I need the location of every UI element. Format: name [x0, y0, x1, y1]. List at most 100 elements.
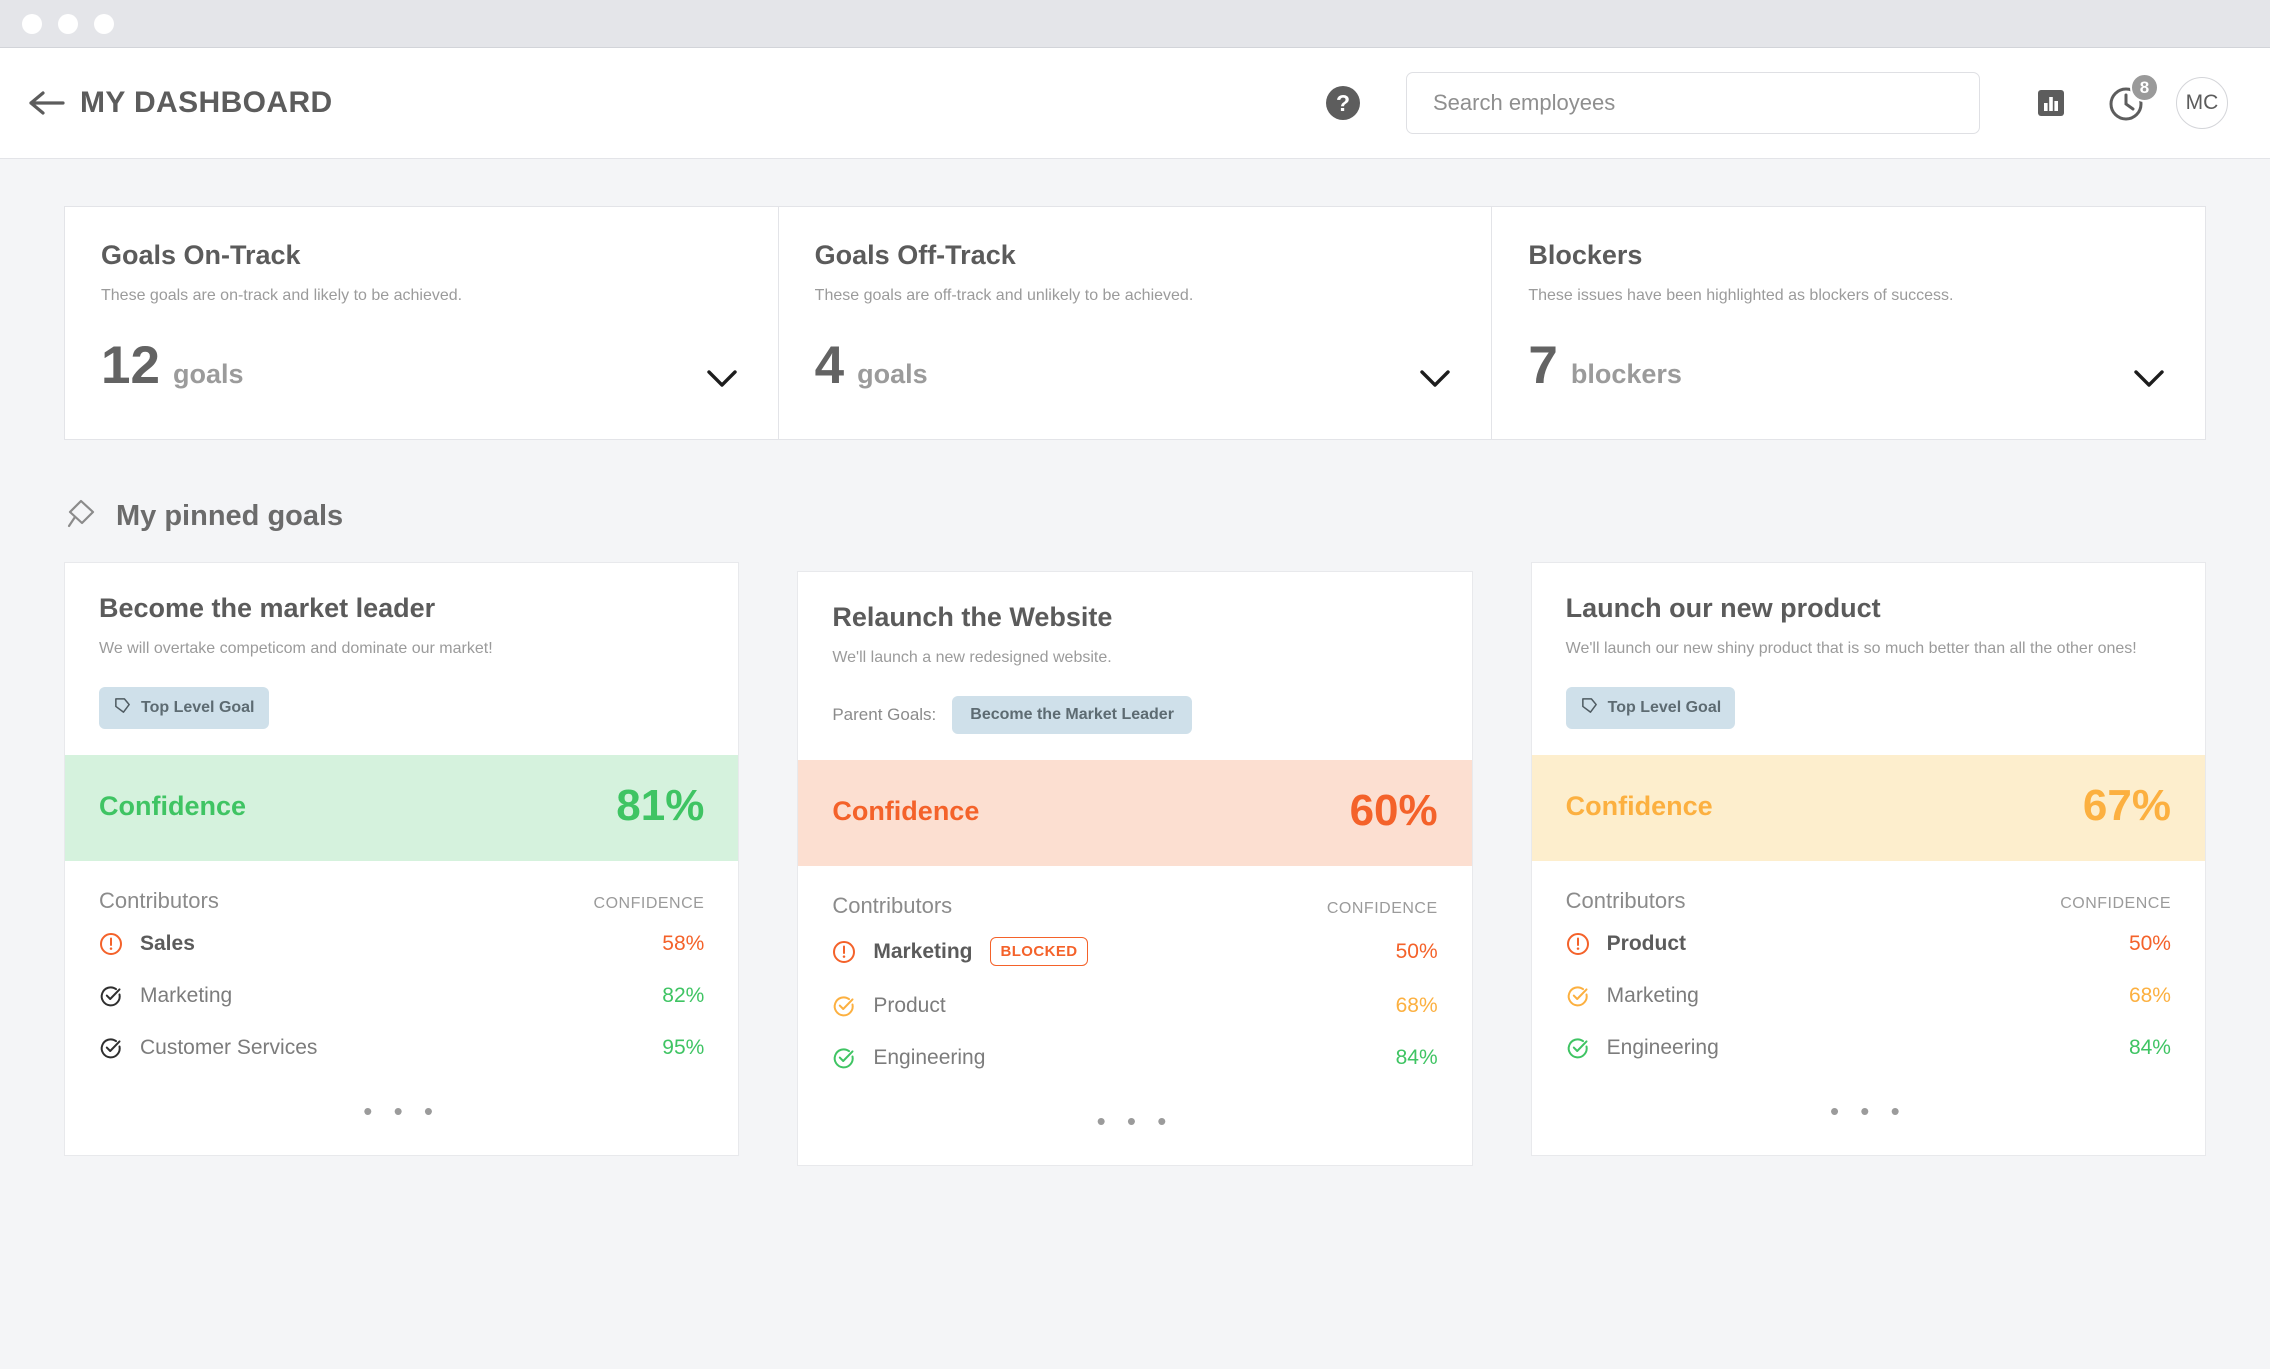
stat-value: 7: [1528, 336, 1558, 395]
contributor-name: Marketing: [873, 939, 973, 963]
contributor-row[interactable]: Customer Services 95%: [65, 1022, 738, 1074]
contributor-name: Engineering: [1606, 1036, 1719, 1060]
goal-description: We'll launch our new shiny product that …: [1565, 640, 2137, 657]
confidence-value: 60%: [1349, 786, 1438, 836]
contributor-confidence: 68%: [1395, 994, 1438, 1018]
confidence-label: Confidence: [99, 790, 247, 821]
goal-header: Launch our new product We'll launch our …: [1532, 563, 2205, 755]
contributor-row[interactable]: Marketing 68%: [1532, 970, 2205, 1022]
goal-card[interactable]: Become the market leader We will overtak…: [64, 562, 740, 1157]
pin-icon: [64, 497, 98, 536]
contributors-label: Contributors: [1565, 888, 1686, 914]
notification-badge: 8: [2130, 73, 2159, 102]
contributor-confidence: 68%: [2128, 984, 2171, 1008]
contributors-label: Contributors: [832, 893, 953, 919]
confidence-value: 81%: [616, 781, 705, 831]
contributor-confidence: 82%: [662, 984, 705, 1008]
window-minimize-dot[interactable]: [58, 13, 78, 34]
contributor-name: Product: [1606, 932, 1686, 956]
stat-card-goals-on-track[interactable]: Goals On-Track These goals are on-track …: [65, 207, 778, 439]
stat-unit: goals: [857, 359, 928, 389]
contributor-row[interactable]: Marketing BLOCKED 50%: [798, 923, 1471, 980]
stat-unit: blockers: [1570, 359, 1682, 389]
goal-description: We will overtake competicom and dominate…: [99, 640, 493, 657]
contributor-name: Product: [873, 994, 946, 1018]
stat-unit: goals: [172, 359, 244, 389]
confidence-label: Confidence: [1565, 790, 1713, 821]
show-more-button[interactable]: • • •: [798, 1084, 1471, 1165]
confidence-band: Confidence 60%: [798, 760, 1472, 867]
confidence-value: 67%: [2082, 781, 2171, 831]
contributor-row[interactable]: Product 50%: [1532, 918, 2205, 970]
tag-label: Top Level Goal: [1607, 699, 1722, 717]
section-title: My pinned goals: [116, 500, 344, 532]
confidence-column-label: CONFIDENCE: [1326, 900, 1438, 918]
goal-card[interactable]: Relaunch the Website We'll launch a new …: [797, 571, 1473, 1167]
help-icon[interactable]: ?: [1326, 86, 1360, 120]
show-more-button[interactable]: • • •: [1532, 1074, 2205, 1155]
contributor-name: Sales: [140, 932, 195, 956]
contributor-name: Customer Services: [140, 1036, 318, 1060]
contributor-name: Marketing: [140, 984, 233, 1008]
confidence-band: Confidence 67%: [1531, 755, 2205, 862]
page-title: MY DASHBOARD: [80, 86, 333, 119]
contributor-confidence: 95%: [662, 1036, 705, 1060]
contributors-label: Contributors: [99, 888, 219, 914]
parent-goals-label: Parent Goals:: [832, 705, 937, 725]
tag-label: Top Level Goal: [141, 699, 255, 717]
confidence-column-label: CONFIDENCE: [2060, 895, 2171, 913]
stat-value-row: 12 goals: [101, 339, 742, 392]
app-header: MY DASHBOARD ? 8 MC: [0, 48, 2270, 159]
stat-card-blockers[interactable]: Blockers These issues have been highligh…: [1491, 207, 2205, 439]
parent-goal-pill[interactable]: Become the Market Leader: [952, 696, 1192, 735]
blocked-badge: BLOCKED: [989, 937, 1089, 967]
goal-tag-row: Top Level Goal: [1565, 687, 2171, 730]
goal-title: Become the market leader: [99, 593, 436, 623]
goal-title: Relaunch the Website: [832, 602, 1113, 632]
contributor-row[interactable]: Product 68%: [798, 980, 1471, 1032]
contributor-row[interactable]: Engineering 84%: [1532, 1022, 2205, 1074]
chevron-down-icon[interactable]: [706, 369, 738, 389]
goal-header: Relaunch the Website We'll launch a new …: [798, 572, 1471, 760]
goal-card[interactable]: Launch our new product We'll launch our …: [1530, 562, 2206, 1157]
window-close-dot[interactable]: [22, 13, 42, 34]
top-level-goal-tag[interactable]: Top Level Goal: [1565, 687, 1736, 730]
window-titlebar: [0, 0, 2270, 48]
contributors-header: Contributors CONFIDENCE: [65, 861, 738, 918]
alert-circle-icon: [99, 932, 123, 956]
search-input[interactable]: [1406, 72, 1980, 134]
show-more-button[interactable]: • • •: [65, 1074, 738, 1155]
stat-value: 4: [814, 336, 845, 395]
contributor-confidence: 84%: [1395, 1046, 1438, 1070]
chevron-down-icon[interactable]: [2133, 369, 2165, 389]
window-maximize-dot[interactable]: [94, 13, 114, 34]
bar-chart-icon[interactable]: [2036, 88, 2066, 118]
top-level-goal-tag[interactable]: Top Level Goal: [99, 687, 269, 730]
stat-card-goals-off-track[interactable]: Goals Off-Track These goals are off-trac…: [777, 207, 1492, 439]
parent-goal-label: Become the Market Leader: [970, 706, 1174, 724]
confidence-band: Confidence 81%: [65, 755, 739, 862]
goal-description: We'll launch a new redesigned website.: [832, 649, 1112, 666]
back-arrow-icon[interactable]: [26, 83, 70, 123]
stat-title: Goals Off-Track: [814, 240, 1016, 270]
stat-description: These goals are on-track and likely to b…: [101, 287, 463, 304]
avatar[interactable]: MC: [2176, 77, 2228, 129]
contributor-row[interactable]: Marketing 82%: [65, 970, 738, 1022]
contributors-header: Contributors CONFIDENCE: [1532, 861, 2205, 918]
goal-tag-row: Top Level Goal: [99, 687, 704, 730]
contributor-name: Marketing: [1606, 984, 1699, 1008]
tag-icon: [1580, 696, 1599, 720]
check-circle-icon: [832, 1046, 856, 1070]
clock-icon[interactable]: 8: [2108, 73, 2159, 122]
stat-description: These issues have been highlighted as bl…: [1528, 287, 1954, 304]
contributor-name: Engineering: [873, 1046, 986, 1070]
contributor-row[interactable]: Sales 58%: [65, 918, 738, 970]
contributor-row[interactable]: Engineering 84%: [798, 1032, 1471, 1084]
stat-value: 12: [101, 336, 160, 395]
contributor-confidence: 50%: [1395, 939, 1438, 963]
tag-icon: [113, 696, 132, 720]
stat-title: Goals On-Track: [101, 240, 301, 270]
alert-circle-icon: [1566, 932, 1590, 956]
chevron-down-icon[interactable]: [1419, 369, 1451, 389]
goal-tag-row: Parent Goals: Become the Market Leader: [832, 696, 1437, 735]
